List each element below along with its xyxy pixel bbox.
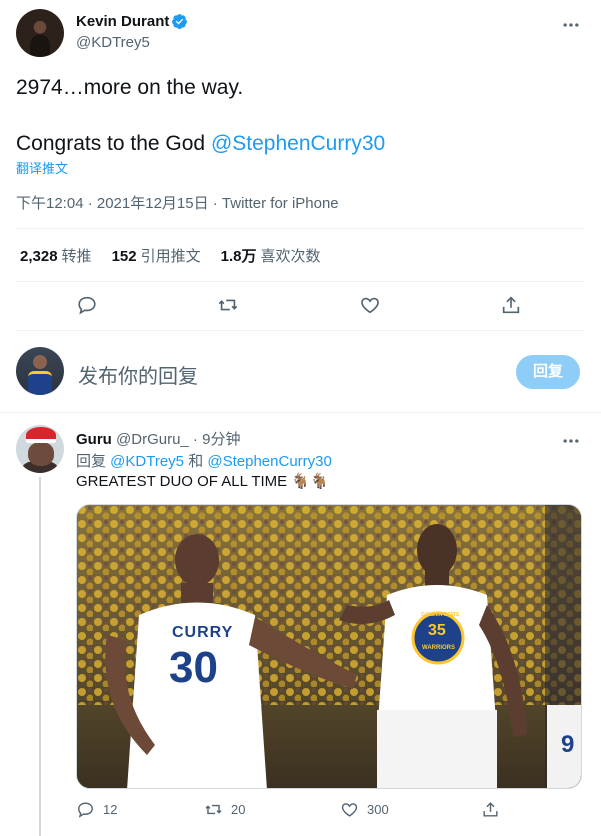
reply-icon[interactable] [76,294,98,316]
jersey-name-curry: CURRY [172,624,234,641]
tweet-header: Kevin Durant @KDTrey5 [16,9,585,61]
heart-icon[interactable] [359,294,381,316]
reply-tweet[interactable]: Guru @DrGuru_ · 9分钟 回复 @KDTrey5 和 @Steph… [0,413,601,836]
share-icon[interactable] [500,294,522,316]
goat-emoji: 🐐🐐 [291,473,329,490]
divider [16,228,585,229]
retweets-stat[interactable]: 2,328 转推 [20,245,92,266]
reply-icon[interactable] [76,800,95,819]
mention-link[interactable]: @StephenCurry30 [207,453,331,470]
reply-time[interactable]: · 9分钟 [189,431,241,448]
reply-like-action[interactable]: 300 [340,800,389,819]
more-horizontal-icon[interactable] [561,15,581,35]
thread-line [39,477,41,836]
divider [16,330,585,331]
retweet-icon[interactable] [204,800,223,819]
translate-tweet-link[interactable]: 翻译推文 [16,158,68,177]
likes-stat[interactable]: 1.8万 喜欢次数 [221,245,321,266]
tweet-text-line-2: Congrats to the God @StephenCurry30 [16,130,585,158]
tweet-timestamp[interactable]: 下午12:04 · 2021年12月15日 · Twitter for iPho… [16,192,339,213]
tweet-text-prefix: Congrats to the God [16,132,211,155]
reply-author-avatar[interactable] [16,425,64,473]
author-avatar[interactable] [16,9,64,57]
tweet-stats: 2,328 转推 152 引用推文 1.8万 喜欢次数 [20,245,320,266]
reply-author-line: Guru @DrGuru_ · 9分钟 [76,428,240,449]
quotes-stat[interactable]: 152 引用推文 [112,245,201,266]
tweet-text-line-1: 2974…more on the way. [16,76,244,99]
jersey-logo-bottom: WARRIORS [422,645,455,651]
more-horizontal-icon[interactable] [561,431,581,451]
author-handle[interactable]: @KDTrey5 [76,34,150,51]
author-name[interactable]: Kevin Durant [76,13,169,30]
retweet-count: 20 [231,802,246,817]
photo-illustration [77,505,581,788]
reply-input[interactable]: 发布你的回复 [78,360,198,389]
replying-to: 回复 @KDTrey5 和 @StephenCurry30 [76,453,332,470]
mention-link[interactable]: @StephenCurry30 [211,132,385,155]
mention-link[interactable]: @KDTrey5 [110,453,184,470]
reply-text: GREATEST DUO OF ALL TIME 🐐🐐 [76,473,329,490]
jersey-number-35: 35 [428,622,446,639]
divider [16,281,585,282]
reply-share-action[interactable] [481,800,500,819]
reply-author-handle[interactable]: @DrGuru_ [116,431,189,448]
reply-author-name[interactable]: Guru [76,431,112,448]
reply-button[interactable]: 回复 [516,355,580,389]
jersey-number-9: 9 [561,731,575,758]
tweet-text: 2974…more on the way. Congrats to the Go… [16,74,585,158]
attached-photo[interactable]: CURRY 30 GOLDEN STATE 35 WARRIORS 9 [76,504,582,789]
jersey-logo-top: GOLDEN STATE [421,612,460,618]
verified-badge-icon [172,14,187,30]
heart-icon[interactable] [340,800,359,819]
reply-retweet-action[interactable]: 20 [204,800,245,819]
retweet-icon[interactable] [217,294,239,316]
reply-count: 12 [103,802,118,817]
share-icon[interactable] [481,800,500,819]
jersey-number-30: 30 [169,643,218,692]
like-count: 300 [367,802,389,817]
reply-action-bar: 12 20 300 [76,800,506,824]
my-avatar[interactable] [16,347,64,395]
reply-composer: 发布你的回复 回复 [0,336,601,406]
tweet-action-bar [16,290,585,320]
reply-reply-action[interactable]: 12 [76,800,117,819]
